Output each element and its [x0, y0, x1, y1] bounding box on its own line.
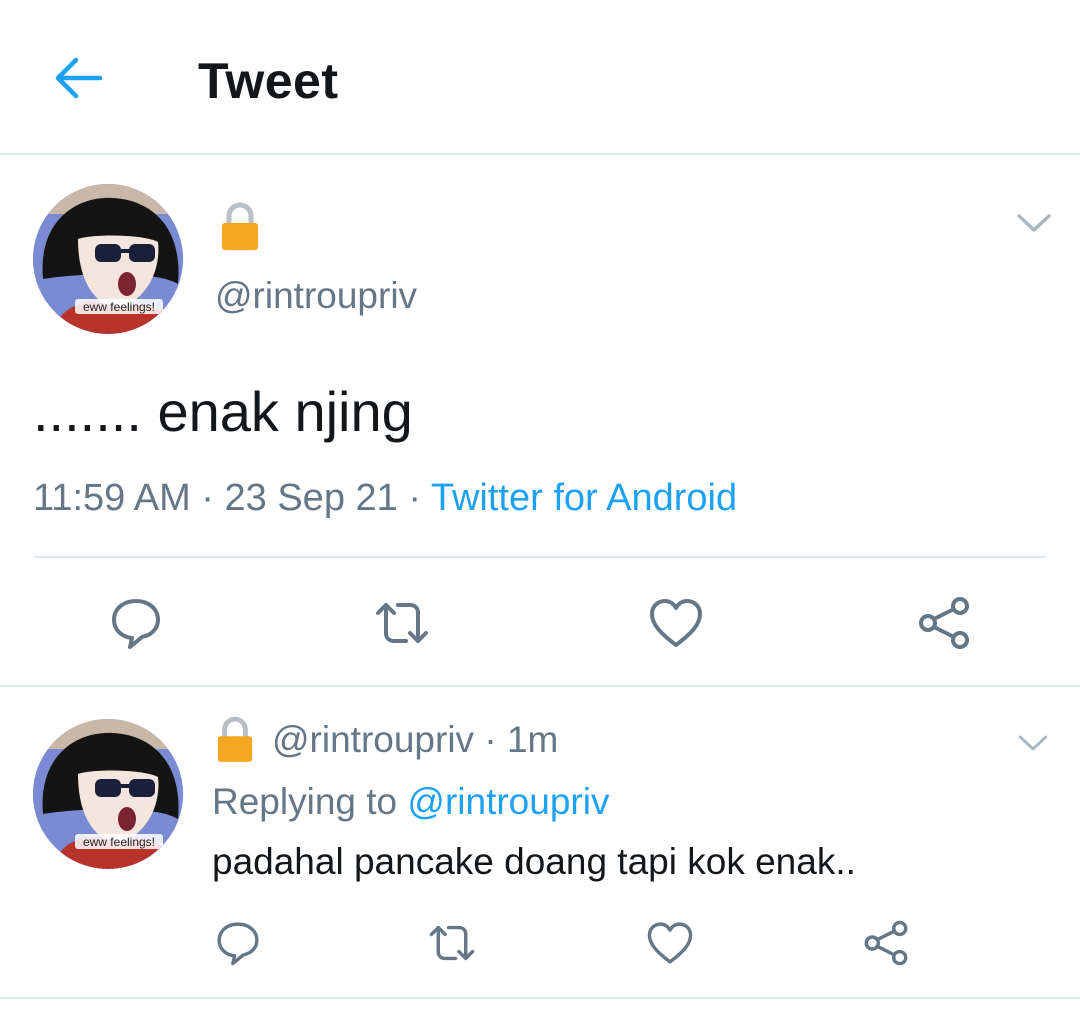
tweet-date: 23 Sep 21 — [224, 477, 398, 519]
chevron-down-icon[interactable] — [1016, 731, 1050, 755]
reply-icon[interactable] — [108, 595, 164, 651]
avatar-caption: eww feelings! — [83, 835, 155, 849]
avatar[interactable]: eww feelings! — [33, 184, 183, 334]
arrow-left-icon[interactable] — [50, 55, 106, 101]
tweet-text: padahal pancake doang tapi kok enak.. — [212, 841, 856, 882]
tweet-menu-button[interactable] — [1016, 731, 1050, 755]
chevron-down-icon[interactable] — [1014, 209, 1054, 237]
share-icon[interactable] — [862, 919, 910, 967]
avatar[interactable]: eww feelings! — [33, 719, 183, 869]
like-icon[interactable] — [646, 919, 694, 967]
tweet-meta: 11:59 AM · 23 Sep 21 · Twitter for Andro… — [33, 477, 737, 520]
replying-mention-link[interactable]: @rintroupriv — [407, 781, 609, 822]
replying-label: Replying to — [212, 781, 398, 822]
page-title: Tweet — [198, 53, 339, 109]
divider — [33, 556, 1047, 558]
tweet-time-ago: 1m — [506, 719, 559, 760]
lock-icon — [220, 202, 260, 252]
retweet-icon[interactable] — [428, 919, 476, 967]
reply-icon[interactable] — [214, 919, 262, 967]
avatar-caption: eww feelings! — [83, 300, 155, 314]
meta-separator: · — [190, 477, 225, 519]
tweet-text: ....... enak njing — [33, 380, 413, 443]
user-handle[interactable]: @rintroupriv — [215, 275, 417, 317]
replying-to: Replying to @rintroupriv — [212, 781, 609, 823]
tweet-source-link[interactable]: Twitter for Android — [431, 477, 737, 519]
back-button[interactable] — [50, 55, 106, 101]
header-separator: · — [474, 719, 507, 760]
tweet-time: 11:59 AM — [33, 477, 191, 519]
reply-header: @rintroupriv · 1m — [272, 719, 558, 761]
main-tweet: eww feelings! @rintroupriv ....... enak … — [0, 157, 1080, 687]
user-handle[interactable]: @rintroupriv — [272, 719, 474, 760]
like-icon[interactable] — [648, 595, 704, 651]
lock-icon — [216, 716, 254, 764]
retweet-icon[interactable] — [374, 595, 430, 651]
tweet-menu-button[interactable] — [1014, 209, 1054, 237]
meta-separator: · — [397, 477, 431, 519]
reply-tweet[interactable]: eww feelings! @rintroupriv · 1m Replying… — [0, 689, 1080, 999]
share-icon[interactable] — [916, 595, 972, 651]
top-bar: Tweet — [0, 0, 1080, 155]
